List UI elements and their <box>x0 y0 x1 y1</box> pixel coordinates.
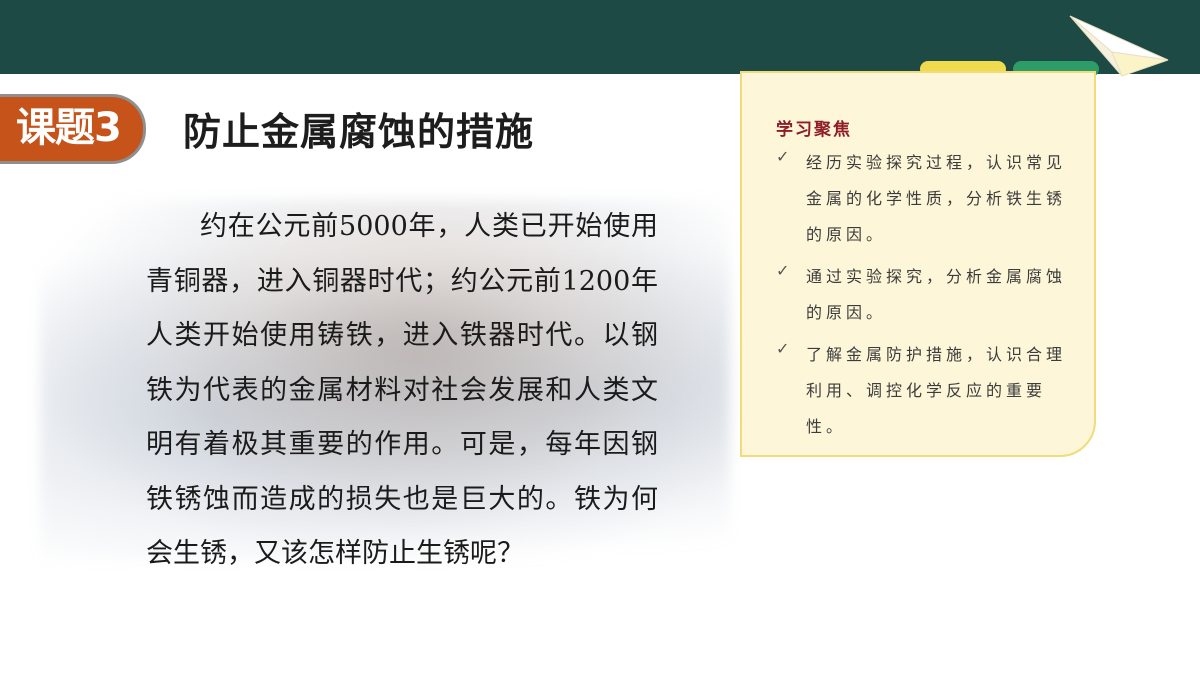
lesson-badge: 课题3 <box>0 94 146 164</box>
focus-item: ✓ 了解金属防护措施，认识合理利用、调控化学反应的重要性。 <box>772 337 1072 445</box>
focus-item: ✓ 经历实验探究过程，认识常见金属的化学性质，分析铁生锈的原因。 <box>772 145 1072 253</box>
check-icon: ✓ <box>776 261 790 280</box>
focus-item-text: 了解金属防护措施，认识合理利用、调控化学反应的重要性。 <box>806 345 1067 436</box>
check-icon: ✓ <box>776 339 790 358</box>
intro-paragraph: 约在公元前5000年，人类已开始使用青铜器，进入铜器时代；约公元前1200年人类… <box>146 211 658 569</box>
page-title: 防止金属腐蚀的措施 <box>183 110 535 154</box>
focus-item-text: 通过实验探究，分析金属腐蚀的原因。 <box>806 267 1067 322</box>
focus-heading: 学习聚焦 <box>776 120 852 140</box>
focus-item-text: 经历实验探究过程，认识常见金属的化学性质，分析铁生锈的原因。 <box>806 153 1067 244</box>
learning-focus-card: 学习聚焦 ✓ 经历实验探究过程，认识常见金属的化学性质，分析铁生锈的原因。 ✓ … <box>740 71 1096 457</box>
focus-item: ✓ 通过实验探究，分析金属腐蚀的原因。 <box>772 259 1072 331</box>
focus-list: ✓ 经历实验探究过程，认识常见金属的化学性质，分析铁生锈的原因。 ✓ 通过实验探… <box>772 145 1072 451</box>
check-icon: ✓ <box>776 147 790 166</box>
